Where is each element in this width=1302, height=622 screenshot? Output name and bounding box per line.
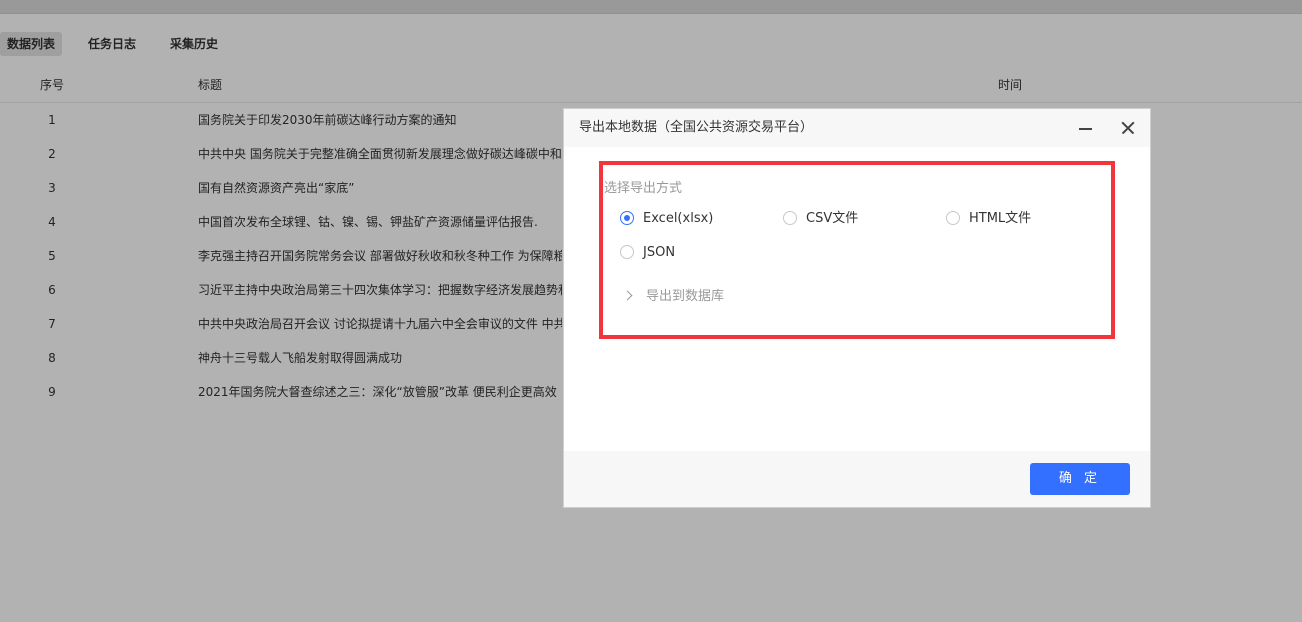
radio-checked-icon	[620, 211, 634, 225]
close-icon[interactable]	[1118, 118, 1138, 138]
radio-label: Excel(xlsx)	[643, 211, 714, 226]
radio-unchecked-icon	[946, 211, 960, 225]
export-dialog: 导出本地数据（全国公共资源交易平台） 选择导出方式 Excel(xlsx) CS…	[563, 108, 1151, 508]
dialog-footer: 确 定	[564, 451, 1150, 507]
radio-label: CSV文件	[806, 211, 859, 226]
dialog-header: 导出本地数据（全国公共资源交易平台）	[564, 109, 1150, 147]
export-method-label: 选择导出方式	[604, 181, 683, 196]
radio-unchecked-icon	[620, 245, 634, 259]
minimize-icon[interactable]	[1076, 118, 1096, 138]
confirm-button[interactable]: 确 定	[1030, 463, 1130, 495]
radio-label: HTML文件	[969, 211, 1032, 226]
dialog-title: 导出本地数据（全国公共资源交易平台）	[579, 120, 814, 135]
radio-label: JSON	[643, 245, 676, 260]
radio-unchecked-icon	[783, 211, 797, 225]
export-to-database-label: 导出到数据库	[646, 289, 725, 304]
